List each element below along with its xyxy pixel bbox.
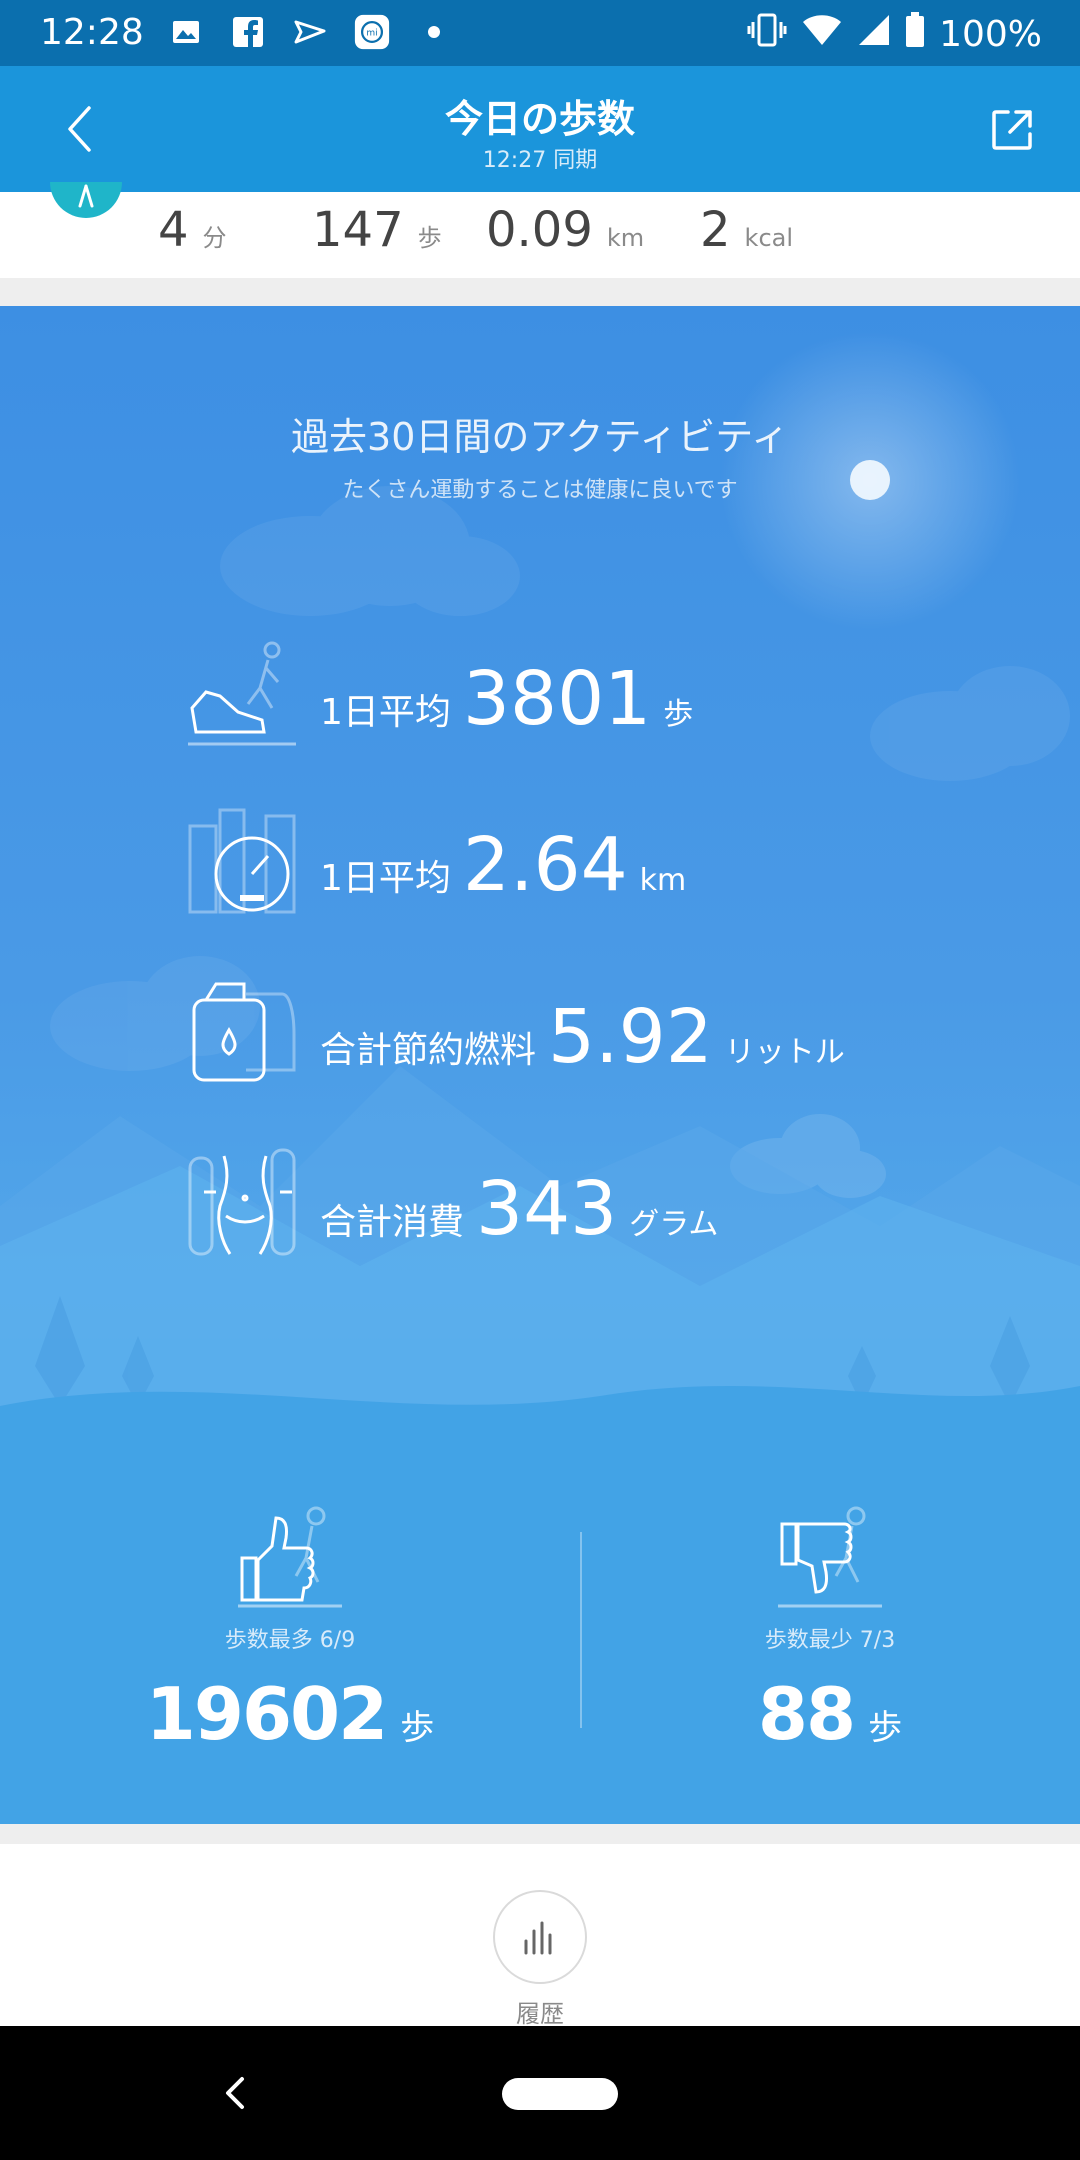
share-icon — [992, 110, 1032, 150]
walking-activity-icon — [50, 182, 122, 218]
cell-signal-icon — [857, 13, 891, 56]
history-button[interactable] — [493, 1890, 587, 1984]
activity-title: 過去30日間のアクティビティ — [291, 415, 789, 459]
stat-fuel-saved: 合計節約燃料 5.92 リットル — [320, 994, 845, 1080]
back-arrow-icon — [226, 2077, 244, 2109]
summary-duration: 4 分 — [158, 202, 227, 258]
bar-chart-icon — [524, 1921, 552, 1955]
status-bar: 12:28 mi 100% — [0, 0, 1080, 66]
activity-card: 過去30日間のアクティビティ たくさん運動することは健康に良いです 1日平均 3… — [0, 306, 1080, 1824]
paper-plane-icon — [292, 14, 328, 50]
battery-percent: 100% — [939, 14, 1042, 55]
speedometer-city-icon — [188, 808, 296, 914]
least-steps-label: 歩数最少 7/3 — [764, 1628, 896, 1653]
thumbs-up-icon — [238, 1506, 342, 1608]
summary-duration-unit: 分 — [202, 224, 227, 252]
stat-burned-value: 343 — [476, 1166, 618, 1252]
shoe-walker-icon — [188, 641, 296, 746]
summary-steps-value: 147 — [312, 202, 404, 258]
stat-burned: 合計消費 343 グラム — [320, 1166, 718, 1252]
image-icon — [168, 14, 204, 50]
facebook-icon — [230, 14, 266, 50]
history-label: 履歴 — [516, 2000, 564, 2028]
system-nav-bar — [0, 2026, 1080, 2160]
status-right: 100% — [747, 12, 1042, 57]
least-steps-day: 歩数最少 7/3 88 歩 — [630, 1622, 1030, 1756]
wifi-icon — [801, 13, 843, 56]
summary-distance-unit: km — [606, 224, 645, 252]
stat-burned-label: 合計消費 — [320, 1202, 465, 1243]
stat-avg-steps-label: 1日平均 — [320, 692, 451, 733]
most-steps-unit: 歩 — [400, 1708, 435, 1748]
summary-steps-unit: 歩 — [417, 224, 442, 252]
today-summary: 4 分 147 歩 0.09 km 2 kcal — [0, 182, 1080, 278]
section-divider — [0, 278, 1080, 306]
least-steps-unit: 歩 — [868, 1708, 903, 1748]
app-header: 今日の歩数 12:27 同期 — [0, 66, 1080, 192]
least-steps-value: 88 — [757, 1672, 856, 1756]
stat-avg-distance: 1日平均 2.64 km — [320, 822, 686, 908]
fuel-can-icon — [192, 982, 296, 1082]
vibrate-icon — [747, 12, 787, 57]
stat-avg-distance-value: 2.64 — [462, 822, 628, 908]
battery-icon — [905, 12, 925, 57]
page-title: 今日の歩数 — [444, 97, 635, 141]
stat-fuel-saved-label: 合計節約燃料 — [320, 1030, 537, 1071]
extremes-divider — [580, 1532, 582, 1728]
notification-icons: mi — [168, 14, 452, 50]
summary-steps: 147 歩 — [312, 202, 442, 258]
most-steps-day: 歩数最多 6/9 19602 歩 — [90, 1622, 490, 1756]
stat-fuel-saved-value: 5.92 — [548, 994, 713, 1080]
stat-avg-distance-label: 1日平均 — [320, 858, 451, 899]
stat-avg-steps-unit: 歩 — [663, 697, 694, 732]
share-button[interactable] — [982, 100, 1042, 160]
status-time: 12:28 — [40, 12, 144, 53]
thumbs-down-icon — [778, 1506, 882, 1608]
stat-avg-steps-value: 3801 — [462, 656, 652, 742]
sync-time: 12:27 同期 — [482, 148, 598, 173]
summary-calories: 2 kcal — [700, 202, 793, 258]
activity-subtitle: たくさん運動することは健康に良いです — [342, 478, 738, 503]
summary-distance: 0.09 km — [486, 202, 644, 258]
history-section: 履歴 — [0, 1824, 1080, 2028]
mi-fit-icon: mi — [354, 14, 390, 50]
waist-measure-icon — [188, 1148, 296, 1256]
stat-avg-distance-unit: km — [639, 863, 687, 898]
svg-text:mi: mi — [366, 29, 377, 39]
most-steps-value: 19602 — [145, 1672, 388, 1756]
system-home-button[interactable] — [502, 2078, 618, 2110]
stat-burned-unit: グラム — [629, 1207, 719, 1242]
stat-avg-steps: 1日平均 3801 歩 — [320, 656, 693, 742]
summary-duration-value: 4 — [158, 202, 189, 258]
more-notifications-dot-icon — [416, 14, 452, 50]
system-back-button[interactable] — [212, 2066, 258, 2120]
summary-distance-value: 0.09 — [486, 202, 593, 258]
summary-calories-value: 2 — [700, 202, 731, 258]
most-steps-label: 歩数最多 6/9 — [224, 1628, 356, 1653]
summary-calories-unit: kcal — [744, 224, 794, 252]
stat-fuel-saved-unit: リットル — [724, 1035, 845, 1070]
